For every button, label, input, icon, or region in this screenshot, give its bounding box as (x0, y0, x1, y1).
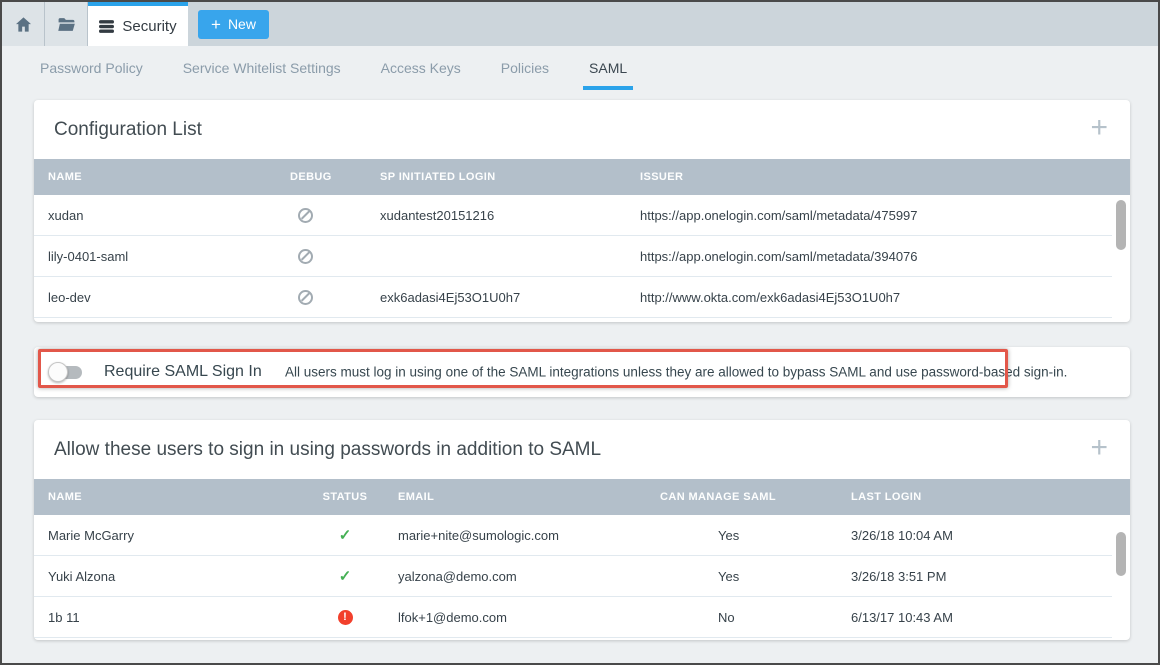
folder-icon (57, 15, 76, 34)
cell-name: lily-0401-saml (34, 249, 276, 264)
security-section-nav: Password Policy Service Whitelist Settin… (2, 46, 1158, 90)
cell-sp-initiated-login: exk6adasi4Ej53O1U0h7 (366, 290, 626, 305)
cell-issuer: https://app.onelogin.com/saml/metadata/3… (626, 249, 1112, 264)
cell-last-login: 3/26/18 3:51 PM (824, 569, 1112, 584)
header-issuer: ISSUER (626, 171, 1130, 183)
table-row[interactable]: 1b 11 lfok+1@demo.com No 6/13/17 10:43 A… (34, 597, 1112, 638)
cell-debug (276, 290, 366, 305)
home-icon (14, 15, 33, 34)
cell-status (306, 567, 384, 585)
plus-icon: + (211, 16, 221, 33)
cell-debug (276, 249, 366, 264)
home-tab[interactable] (2, 2, 45, 46)
debug-disabled-icon (298, 208, 313, 223)
scrollbar-thumb[interactable] (1116, 200, 1126, 250)
table-row[interactable]: xudan xudantest20151216 https://app.onel… (34, 195, 1112, 236)
nav-tab[interactable]: Policies (495, 46, 555, 90)
cell-issuer: http://www.okta.com/exk6adasi4Ej53O1U0h7 (626, 290, 1112, 305)
allowed-users-panel: Allow these users to sign in using passw… (34, 420, 1130, 640)
header-status: STATUS (306, 491, 384, 503)
cell-sp-initiated-login: xudantest20151216 (366, 208, 626, 223)
debug-disabled-icon (298, 249, 313, 264)
table-row[interactable]: Marie McGarry marie+nite@sumologic.com Y… (34, 515, 1112, 556)
tab-security[interactable]: Security (88, 2, 188, 46)
header-debug: DEBUG (276, 171, 366, 183)
cell-can-manage-saml: No (646, 610, 824, 625)
security-settings-window: Security + New Password Policy Service W… (0, 0, 1160, 665)
header-email: EMAIL (384, 491, 646, 503)
configuration-table-header: NAME DEBUG SP INITIATED LOGIN ISSUER (34, 159, 1130, 195)
database-icon (99, 19, 114, 34)
add-user-button[interactable]: + (1090, 433, 1108, 463)
cell-name: Marie McGarry (34, 528, 306, 543)
scrollbar-thumb[interactable] (1116, 532, 1126, 576)
header-can-manage-saml: CAN MANAGE SAML (646, 491, 824, 503)
cell-name: 1b 11 (34, 610, 306, 625)
allowed-users-title: Allow these users to sign in using passw… (54, 439, 601, 461)
require-saml-label: Require SAML Sign In (104, 363, 262, 381)
header-name: NAME (34, 171, 276, 183)
nav-tab[interactable]: SAML (583, 46, 633, 90)
top-tab-bar: Security + New (2, 2, 1158, 46)
add-configuration-button[interactable]: + (1090, 113, 1108, 143)
header-last-login: LAST LOGIN (824, 491, 1130, 503)
allowed-users-title-row: Allow these users to sign in using passw… (34, 420, 1130, 479)
table-row[interactable]: Yuki Alzona yalzona@demo.com Yes 3/26/18… (34, 556, 1112, 597)
nav-tab[interactable]: Access Keys (375, 46, 467, 90)
configuration-list-title-row: Configuration List (34, 100, 1130, 159)
table-row[interactable]: lily-0401-saml https://app.onelogin.com/… (34, 236, 1112, 277)
cell-name: Yuki Alzona (34, 569, 306, 584)
cell-status (306, 526, 384, 544)
cell-email: marie+nite@sumologic.com (384, 528, 646, 543)
header-name: NAME (34, 491, 306, 503)
cell-last-login: 3/26/18 10:04 AM (824, 528, 1112, 543)
cell-email: yalzona@demo.com (384, 569, 646, 584)
nav-tab-label: SAML (589, 60, 627, 76)
cell-last-login: 6/13/17 10:43 AM (824, 610, 1112, 625)
nav-tab-label: Policies (501, 60, 549, 76)
nav-tab-label: Password Policy (40, 60, 143, 76)
debug-disabled-icon (298, 290, 313, 305)
status-icon (339, 567, 352, 585)
allowed-users-table-header: NAME STATUS EMAIL CAN MANAGE SAML LAST L… (34, 479, 1130, 515)
status-icon (338, 610, 353, 625)
nav-tab[interactable]: Service Whitelist Settings (177, 46, 347, 90)
library-tab[interactable] (45, 2, 88, 46)
require-saml-toggle[interactable] (50, 366, 82, 379)
require-saml-row: Require SAML Sign In All users must log … (34, 347, 1130, 397)
cell-can-manage-saml: Yes (646, 569, 824, 584)
require-saml-description: All users must log in using one of the S… (285, 365, 1067, 380)
cell-name: xudan (34, 208, 276, 223)
new-button-label: New (228, 16, 256, 32)
nav-tab-label: Service Whitelist Settings (183, 60, 341, 76)
cell-name: leo-dev (34, 290, 276, 305)
security-tab-label: Security (122, 18, 176, 35)
allowed-users-table-body: Marie McGarry marie+nite@sumologic.com Y… (34, 515, 1112, 638)
header-sp-initiated-login: SP INITIATED LOGIN (366, 171, 626, 183)
nav-tab-label: Access Keys (381, 60, 461, 76)
nav-tab[interactable]: Password Policy (34, 46, 149, 90)
toggle-knob (48, 362, 68, 382)
cell-debug (276, 208, 366, 223)
cell-status (306, 610, 384, 625)
require-saml-panel: Require SAML Sign In All users must log … (34, 347, 1130, 397)
configuration-list-title: Configuration List (54, 119, 202, 141)
configuration-table-body: xudan xudantest20151216 https://app.onel… (34, 195, 1112, 318)
status-icon (339, 526, 352, 544)
table-row[interactable]: leo-dev exk6adasi4Ej53O1U0h7 http://www.… (34, 277, 1112, 318)
cell-can-manage-saml: Yes (646, 528, 824, 543)
new-button[interactable]: + New (198, 10, 269, 39)
cell-issuer: https://app.onelogin.com/saml/metadata/4… (626, 208, 1112, 223)
cell-email: lfok+1@demo.com (384, 610, 646, 625)
configuration-list-panel: Configuration List + NAME DEBUG SP INITI… (34, 100, 1130, 322)
